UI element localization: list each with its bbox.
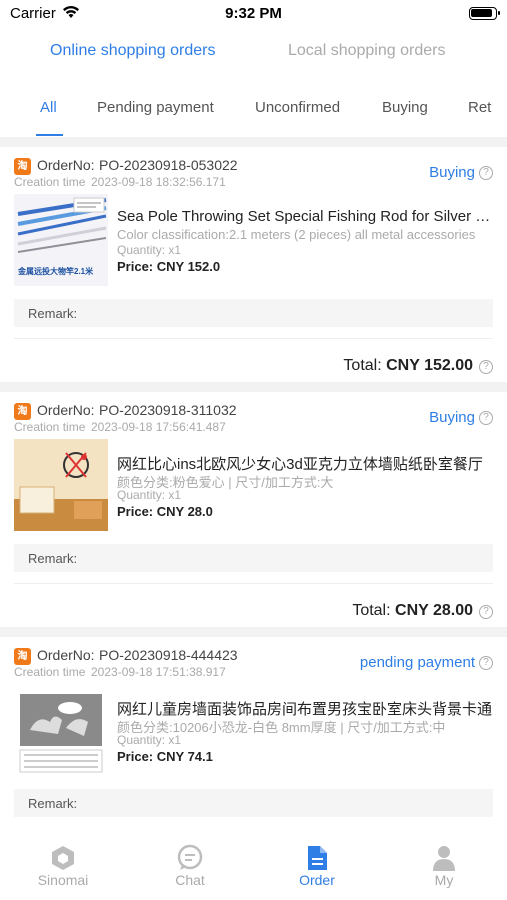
nav-label: My <box>434 872 454 888</box>
remark-field[interactable]: Remark: <box>14 299 493 327</box>
remark-label: Remark: <box>28 306 78 321</box>
product-quantity: Quantity: x1 <box>117 488 182 502</box>
order-number-label: OrderNo: <box>37 647 95 663</box>
help-icon[interactable]: ? <box>479 605 493 619</box>
order-total: Total: CNY 28.00 <box>352 602 473 620</box>
order-card[interactable]: 淘 OrderNo: PO-20230918-444423 Creation t… <box>0 637 507 837</box>
tab-online-orders[interactable]: Online shopping orders <box>50 42 215 60</box>
order-number: PO-20230918-053022 <box>99 157 238 173</box>
creation-time-label: Creation time <box>14 420 86 434</box>
creation-time-label: Creation time <box>14 665 86 679</box>
product-image[interactable] <box>14 439 108 531</box>
order-status: Buying <box>429 409 475 426</box>
creation-time: 2023-09-18 17:51:38.917 <box>91 665 226 679</box>
product-spec: Color classification:2.1 meters (2 piece… <box>117 227 476 242</box>
divider <box>14 583 493 584</box>
divider <box>14 338 493 339</box>
remark-field[interactable]: Remark: <box>14 544 493 572</box>
total-label: Total: <box>343 357 382 374</box>
nav-label: Order <box>299 872 335 888</box>
nav-label: Chat <box>175 872 205 888</box>
order-number: PO-20230918-444423 <box>99 647 238 663</box>
taobao-icon: 淘 <box>14 403 31 420</box>
nav-label: Sinomai <box>37 872 89 888</box>
clock: 9:32 PM <box>225 5 282 22</box>
total-amount: CNY 152.00 <box>386 357 473 374</box>
order-total: Total: CNY 152.00 <box>343 357 473 375</box>
tab-pending-payment[interactable]: Pending payment <box>97 99 214 116</box>
nav-chat[interactable]: Chat <box>127 828 253 900</box>
product-image-caption: 金属远投大物竿2.1米 <box>18 267 94 276</box>
remark-label: Remark: <box>28 796 78 811</box>
help-icon[interactable]: ? <box>479 166 493 180</box>
taobao-icon: 淘 <box>14 648 31 665</box>
total-amount: CNY 28.00 <box>395 602 473 619</box>
remark-label: Remark: <box>28 551 78 566</box>
chat-icon <box>177 844 203 870</box>
order-number-label: OrderNo: <box>37 157 95 173</box>
hexagon-icon <box>52 846 74 870</box>
product-quantity: Quantity: x1 <box>117 733 182 747</box>
order-status: pending payment <box>359 654 475 671</box>
product-image[interactable]: 金属远投大物竿2.1米 <box>14 194 108 286</box>
product-price: Price: CNY 28.0 <box>117 504 213 519</box>
battery-icon <box>469 7 500 20</box>
user-icon <box>433 846 455 871</box>
total-label: Total: <box>352 602 391 619</box>
creation-time: 2023-09-18 17:56:41.487 <box>91 420 226 434</box>
nav-sinomai[interactable]: Sinomai <box>0 828 126 900</box>
status-bar: Carrier 9:32 PM <box>0 0 507 28</box>
tab-all[interactable]: All <box>40 99 57 116</box>
product-price: Price: CNY 152.0 <box>117 259 221 274</box>
tab-local-orders[interactable]: Local shopping orders <box>288 42 445 60</box>
active-tab-indicator <box>36 134 63 136</box>
order-status: Buying <box>429 164 475 181</box>
nav-order[interactable]: Order <box>254 828 380 900</box>
product-title[interactable]: Sea Pole Throwing Set Special Fishing Ro… <box>117 208 492 225</box>
tab-unconfirmed[interactable]: Unconfirmed <box>255 99 340 116</box>
order-number-label: OrderNo: <box>37 402 95 418</box>
remark-field[interactable]: Remark: <box>14 789 493 817</box>
order-number: PO-20230918-311032 <box>99 402 237 418</box>
nav-my[interactable]: My <box>381 828 507 900</box>
help-icon[interactable]: ? <box>479 360 493 374</box>
order-card[interactable]: 淘 OrderNo: PO-20230918-311032 Creation t… <box>0 392 507 627</box>
creation-time-label: Creation time <box>14 175 86 189</box>
bottom-navigation: Sinomai Chat Order My <box>0 828 507 900</box>
order-card[interactable]: 淘 OrderNo: PO-20230918-053022 Creation t… <box>0 147 507 382</box>
taobao-icon: 淘 <box>14 158 31 175</box>
product-quantity: Quantity: x1 <box>117 243 182 257</box>
product-image[interactable] <box>14 684 108 776</box>
help-icon[interactable]: ? <box>479 656 493 670</box>
status-filter-tabs: All Pending payment Unconfirmed Buying R… <box>0 82 507 137</box>
product-price: Price: CNY 74.1 <box>117 749 213 764</box>
help-icon[interactable]: ? <box>479 411 493 425</box>
product-title[interactable]: 网红比心ins北欧风少女心3d亚克力立体墙贴纸卧室餐厅 <box>117 453 492 474</box>
creation-time: 2023-09-18 18:32:56.171 <box>91 175 226 189</box>
product-title[interactable]: 网红儿童房墙面装饰品房间布置男孩宝卧室床头背景卡通 <box>117 698 492 719</box>
order-type-tabs: Online shopping orders Local shopping or… <box>0 28 507 82</box>
tab-returns[interactable]: Ret <box>468 99 491 116</box>
tab-buying[interactable]: Buying <box>382 99 428 116</box>
document-icon <box>308 846 327 870</box>
